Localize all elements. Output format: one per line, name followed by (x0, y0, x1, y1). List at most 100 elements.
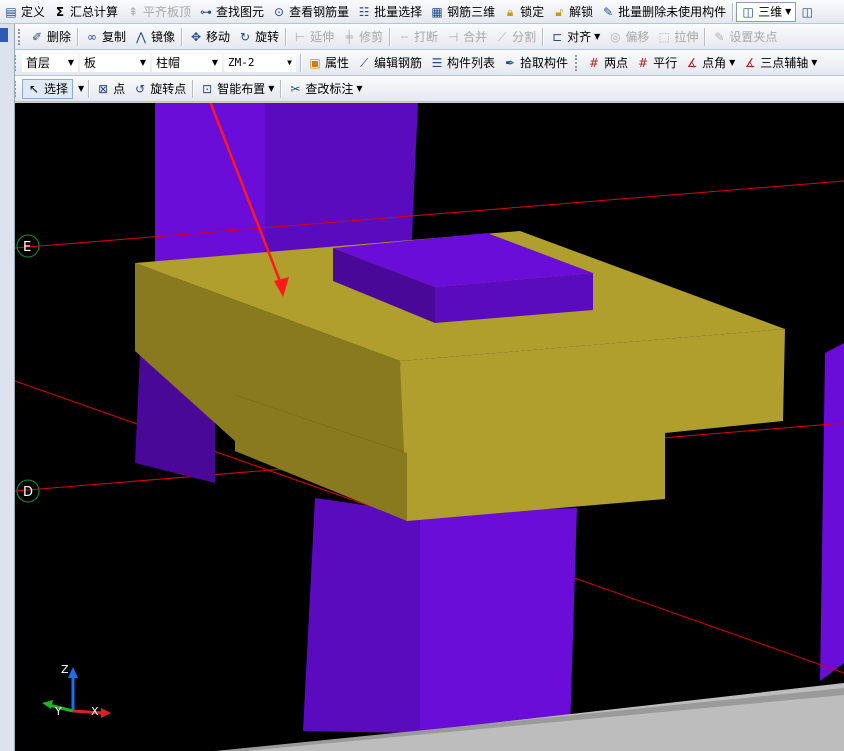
break-button[interactable]: ╌ 打断 (393, 27, 442, 47)
left-panel-strip[interactable] (0, 24, 15, 751)
chevron-down-icon: ▼ (811, 58, 818, 67)
split-button[interactable]: ⟋ 分割 (491, 27, 540, 47)
chevron-down-icon: ▼ (211, 58, 218, 67)
main-toolbar: ▤ 定义 Σ 汇总计算 ⇞ 平齐板顶 ⊶ 查找图元 ⊙ 查看钢筋量 ☷ 批量选择 ▦ 钢筋三维… (0, 0, 844, 24)
split-icon: ⟋ (497, 29, 507, 44)
rotate-button[interactable]: ↻ 旋转 (234, 27, 283, 47)
toolbar-grip[interactable] (18, 28, 23, 45)
chevron-down-icon: ▼ (785, 7, 792, 16)
properties-icon: ▣ (309, 55, 321, 70)
batch-select-button[interactable]: ☷ 批量选择 (353, 2, 426, 22)
floor-select[interactable]: 首层 ▼ (22, 53, 78, 72)
3d-viewport[interactable]: E D Z Y X (15, 103, 844, 751)
pick-component-button[interactable]: ✒ 拾取构件 (499, 53, 572, 73)
merge-button[interactable]: ⊣ 合并 (442, 27, 491, 47)
offset-button[interactable]: ◎ 偏移 (604, 27, 653, 47)
two-point-axis-button[interactable]: # 两点 (583, 53, 632, 73)
separator (732, 2, 735, 21)
3d-scene[interactable]: E D Z Y X (15, 103, 844, 751)
mirror-icon: ⋀ (136, 29, 146, 44)
edit-rebar-button[interactable]: ⟋ 编辑钢筋 (353, 53, 426, 73)
extend-button[interactable]: ⊢ 延伸 (289, 27, 338, 47)
binoculars-icon: ⊶ (200, 4, 213, 19)
edit-annotation-icon: ✂ (290, 81, 301, 96)
align-button[interactable]: ⊏ 对齐 ▼ (546, 27, 604, 47)
x-axis-label: X (91, 705, 99, 718)
point-button[interactable]: ⊠ 点 (92, 79, 129, 99)
unlock-button[interactable]: 🔓︎ 解锁 (548, 2, 597, 22)
trim-button[interactable]: ╪ 修剪 (338, 27, 387, 47)
chevron-down-icon: ▼ (67, 58, 74, 67)
view-mode-dropdown[interactable]: ◫ 三维 ▼ (736, 1, 797, 22)
component-list-button[interactable]: ☰ 构件列表 (426, 53, 499, 73)
upper-column-face-left[interactable] (155, 103, 265, 278)
parallel-axis-icon: # (638, 55, 649, 70)
component-type-select[interactable]: 柱帽 ▼ (152, 53, 222, 72)
category-select[interactable]: 板 ▼ (80, 53, 150, 72)
extend-icon: ⊢ (294, 29, 306, 44)
view-extra-button[interactable]: ◫ (796, 2, 821, 22)
edit-toolbar: ✐ 删除 ∞ 复制 ⋀ 镜像 ✥ 移动 ↻ 旋转 ⊢ 延伸 ╪ 修剪 ╌ 打断 ⊣ 合并 ⟋ 分割 … (0, 24, 844, 50)
copy-button[interactable]: ∞ 复制 (81, 27, 130, 47)
copy-icon: ∞ (87, 29, 98, 44)
separator (280, 79, 283, 98)
set-grip-point-button[interactable]: ✎ 设置夹点 (708, 27, 781, 47)
chevron-down-icon: ▼ (78, 84, 85, 93)
batch-delete-unused-button[interactable]: ✎ 批量删除未使用构件 (597, 2, 730, 22)
break-icon: ╌ (400, 29, 408, 44)
find-element-button[interactable]: ⊶ 查找图元 (195, 2, 268, 22)
separator (542, 27, 545, 46)
separator (181, 27, 184, 46)
move-icon: ✥ (191, 29, 202, 44)
three-point-axis-button[interactable]: ∡ 三点辅轴 ▼ (739, 53, 821, 73)
summary-calc-button[interactable]: Σ 汇总计算 (49, 2, 122, 22)
smart-layout-button[interactable]: ⊡ 智能布置 ▼ (196, 79, 278, 99)
rotate-point-button[interactable]: ↺ 旋转点 (129, 79, 190, 99)
grip-point-icon: ✎ (714, 29, 725, 44)
trim-icon: ╪ (345, 29, 353, 44)
separator (88, 79, 91, 98)
chevron-down-icon: ▼ (594, 32, 601, 41)
properties-button[interactable]: ▣ 属性 (304, 53, 353, 73)
mirror-button[interactable]: ⋀ 镜像 (130, 27, 179, 47)
separator (192, 79, 195, 98)
define-button[interactable]: ▤ 定义 (0, 2, 49, 22)
lower-column-face-left[interactable] (303, 498, 420, 733)
define-icon: ▤ (5, 4, 17, 19)
rebar-3d-icon: ▦ (431, 4, 443, 19)
panel-tab-marker[interactable] (0, 28, 8, 42)
point-angle-icon: ∡ (686, 55, 698, 70)
edit-rebar-icon: ⟋ (359, 55, 369, 70)
separator (704, 27, 707, 46)
separator (389, 27, 392, 46)
component-toolbar: 首层 ▼ 板 ▼ 柱帽 ▼ ZM-2 ▼ ▣ 属性 ⟋ 编辑钢筋 ☰ 构件列表 ✒ 拾取构件 #… (0, 50, 844, 76)
grid-label-e: E (23, 240, 31, 255)
sigma-icon: Σ (55, 4, 65, 19)
rebar-3d-button[interactable]: ▦ 钢筋三维 (426, 2, 499, 22)
flush-slab-button[interactable]: ⇞ 平齐板顶 (122, 2, 195, 22)
view-rebar-button[interactable]: ⊙ 查看钢筋量 (268, 2, 353, 22)
stretch-icon: ⬚ (658, 29, 671, 44)
select-button[interactable]: ↖ 选择 (22, 78, 74, 99)
two-point-axis-icon: # (589, 55, 600, 70)
delete-button[interactable]: ✐ 删除 (26, 27, 75, 47)
point-angle-button[interactable]: ∡ 点角 ▼ (681, 53, 739, 73)
chevron-down-icon: ▼ (139, 58, 146, 67)
stretch-button[interactable]: ⬚ 拉伸 (653, 27, 702, 47)
lower-column-face-right[interactable] (420, 508, 577, 733)
y-axis-label: Y (54, 705, 62, 718)
chevron-down-icon: ▼ (729, 58, 736, 67)
toolbar-grip[interactable] (575, 54, 580, 71)
edit-annotation-button[interactable]: ✂ 查改标注 ▼ (284, 79, 366, 99)
rebar-view-icon: ⊙ (274, 4, 285, 19)
lock-button[interactable]: 🔒︎ 锁定 (499, 2, 548, 22)
move-button[interactable]: ✥ 移动 (185, 27, 234, 47)
offset-icon: ◎ (610, 29, 621, 44)
select-dropdown-button[interactable]: ▼ (73, 79, 86, 99)
batch-select-icon: ☷ (358, 4, 370, 19)
parallel-axis-button[interactable]: # 平行 (632, 53, 681, 73)
pick-component-icon: ✒ (505, 55, 516, 70)
component-name-select[interactable]: ZM-2 ▼ (224, 53, 296, 72)
three-point-axis-icon: ∡ (744, 55, 756, 70)
chevron-down-icon: ▼ (287, 58, 292, 67)
